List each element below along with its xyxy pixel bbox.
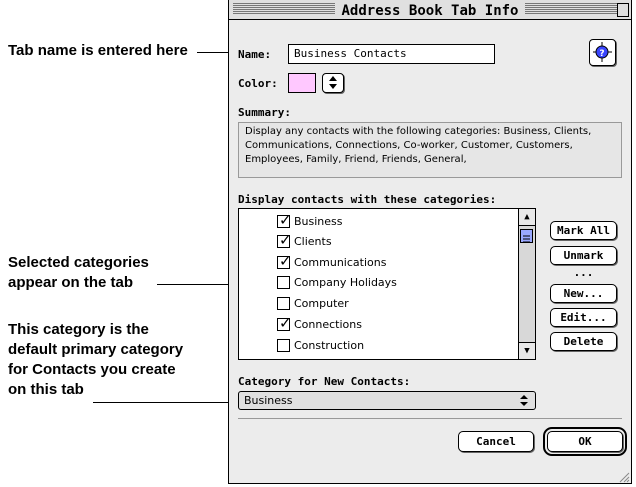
category-label: Construction [294,339,365,352]
callout-default-3: for Contacts you create [8,361,176,378]
checkmark-icon: ✓ [279,211,292,229]
cancel-button[interactable]: Cancel [458,431,534,452]
callout-default-1: This category is the [8,321,149,338]
category-checkbox[interactable] [277,276,290,289]
leader-line [93,402,239,403]
category-label: Communications [294,256,387,269]
updown-arrows-icon [520,395,528,406]
scroll-up-icon[interactable]: ▲ [519,209,535,226]
category-checkbox[interactable] [277,339,290,352]
category-checkbox[interactable]: ✓ [277,314,292,332]
grip-icon [523,235,530,243]
leader-line [157,284,234,285]
list-scrollbar[interactable]: ▲ ▼ [518,209,535,359]
category-label: Clients [294,235,332,248]
category-checkbox[interactable]: ✓ [277,211,292,229]
category-label: Business [294,215,343,228]
category-checkbox[interactable]: ✓ [277,231,292,249]
callout-selected-2: appear on the tab [8,274,134,291]
category-checkbox[interactable] [277,297,290,310]
category-label: Connections [294,318,362,331]
window-title: Address Book Tab Info [335,3,525,19]
title-bar[interactable]: Address Book Tab Info [229,0,631,20]
resize-grip-icon[interactable] [616,468,630,483]
help-icon[interactable]: ? [589,39,616,66]
delete-button[interactable]: Delete [550,332,617,351]
ok-button[interactable]: OK [543,427,627,456]
popup-value: Business [244,394,293,407]
new-contacts-category-label: Category for New Contacts: [238,375,411,388]
checkmark-icon: ✓ [279,252,292,270]
updown-arrows-icon [329,76,337,89]
category-label: Company Holidays [294,276,397,289]
summary-label: Summary: [238,106,291,119]
checkmark-icon: ✓ [279,314,292,332]
callout-default-2: default primary category [8,341,184,358]
category-checkbox[interactable]: ✓ [277,252,292,270]
scroll-thumb[interactable] [520,229,533,243]
zoom-box-icon[interactable] [617,3,629,17]
summary-text: Display any contacts with the following … [238,122,622,178]
scroll-down-icon[interactable]: ▼ [519,342,535,359]
checkmark-icon: ✓ [279,231,292,249]
tab-info-window: Address Book Tab Info Name: Business Con… [228,0,632,484]
unmark-button[interactable]: Unmark ... [550,246,617,279]
new-button[interactable]: New... [550,284,617,303]
category-list-label: Display contacts with these categories: [238,193,497,206]
color-stepper[interactable] [322,73,344,93]
edit-button[interactable]: Edit... [550,308,617,327]
mark-all-button[interactable]: Mark All [550,221,617,240]
callout-selected-1: Selected categories [8,254,149,271]
color-label: Color: [238,77,278,90]
name-label: Name: [238,48,272,61]
tab-name-input[interactable]: Business Contacts [288,44,495,64]
divider [238,418,622,419]
svg-text:?: ? [599,49,604,59]
new-contacts-category-popup[interactable]: Business [238,391,536,410]
category-list[interactable]: ✓ Business ✓ Clients ✓ Communications Co… [238,208,536,360]
color-swatch[interactable] [288,73,316,93]
callout-tab-name: Tab name is entered here [8,42,188,59]
callout-default-4: on this tab [8,381,84,398]
category-label: Computer [294,297,349,310]
